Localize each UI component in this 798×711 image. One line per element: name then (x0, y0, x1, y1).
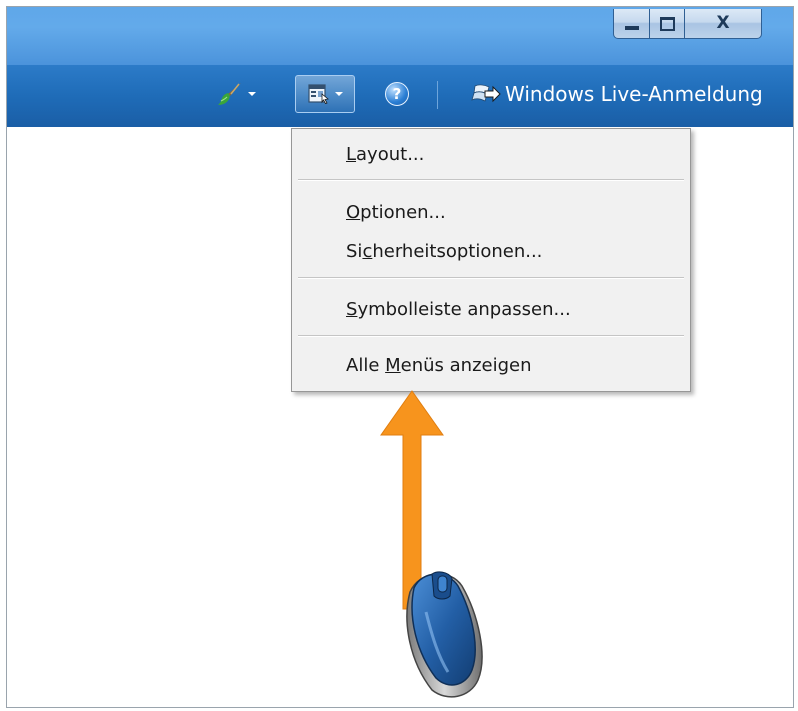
signin-label: Windows Live-Anmeldung (505, 82, 763, 106)
maximize-button[interactable] (649, 9, 685, 39)
menu-separator (298, 277, 684, 279)
menu-accelerator-key: c (362, 241, 373, 262)
paintbrush-icon (218, 83, 241, 105)
help-icon: ? (385, 82, 409, 106)
application-window: X ? Windows Live-Anmeldung Layout... Opt… (6, 6, 794, 708)
layout-menu-button[interactable] (295, 75, 355, 113)
layout-icon (307, 84, 329, 104)
menu-item-label: enüs anzeigen (400, 355, 532, 376)
minimize-icon (624, 25, 639, 30)
menu-item-label: ptionen... (360, 202, 446, 223)
menu-item-label: herheitsoptionen... (372, 241, 543, 262)
menu-item-label: Alle (346, 355, 386, 376)
menu-item-label: ayout... (356, 144, 425, 165)
menu-item-options[interactable]: Optionen... (346, 202, 446, 223)
paint-menu-button[interactable] (217, 81, 256, 107)
menu-accelerator-key: M (385, 355, 401, 376)
computer-mouse-icon (406, 571, 483, 698)
chevron-down-icon (334, 92, 343, 96)
close-button[interactable]: X (684, 9, 762, 39)
menu-separator (298, 335, 684, 337)
windows-live-icon (471, 84, 501, 103)
menu-item-customize-toolbar[interactable]: Symbolleiste anpassen... (346, 299, 571, 320)
toolbar: ? Windows Live-Anmeldung (7, 65, 793, 127)
menu-item-show-all-menus[interactable]: Alle Menüs anzeigen (346, 355, 532, 376)
menu-item-label: Si (346, 241, 363, 262)
title-bar: X (7, 7, 793, 65)
menu-accelerator-key: S (346, 299, 358, 320)
menu-separator (298, 179, 684, 181)
menu-item-security-options[interactable]: Sicherheitsoptionen... (346, 241, 542, 262)
layout-dropdown-menu: Layout... Optionen... Sicherheitsoptione… (291, 128, 691, 392)
toolbar-separator (437, 81, 438, 109)
menu-accelerator-key: L (346, 144, 357, 165)
help-button[interactable]: ? (385, 82, 409, 106)
minimize-button[interactable] (613, 9, 650, 39)
menu-accelerator-key: O (346, 202, 361, 223)
maximize-icon (659, 16, 675, 31)
windows-live-signin-button[interactable]: Windows Live-Anmeldung (469, 79, 763, 109)
chevron-down-icon (248, 92, 256, 96)
close-icon: X (716, 13, 730, 33)
menu-item-layout[interactable]: Layout... (346, 144, 424, 165)
menu-item-label: ymbolleiste anpassen... (357, 299, 571, 320)
